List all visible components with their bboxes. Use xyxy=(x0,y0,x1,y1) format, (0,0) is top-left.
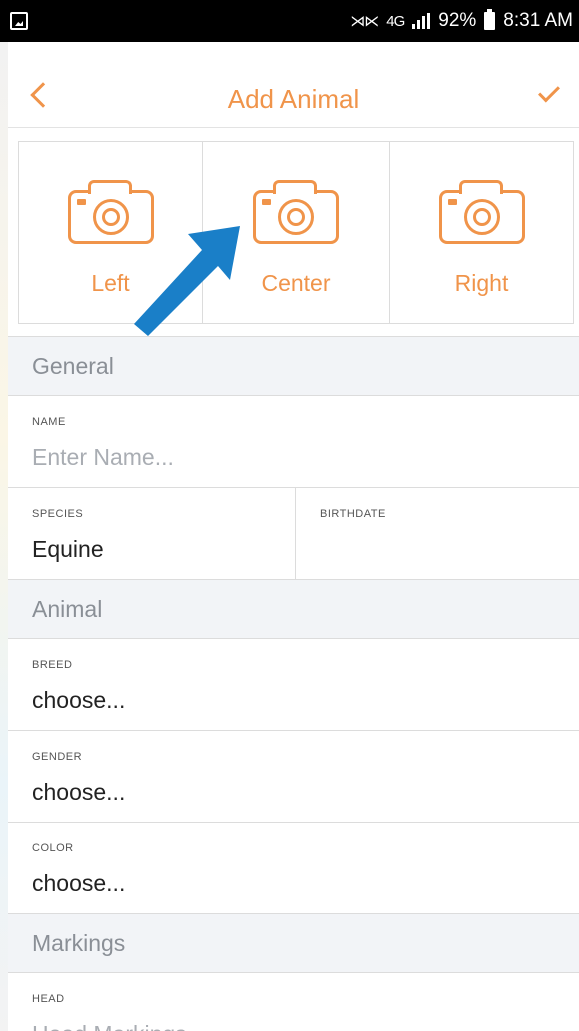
clock: 8:31 AM xyxy=(503,10,573,31)
species-value[interactable]: Equine xyxy=(32,536,295,563)
battery-percent: 92% xyxy=(438,10,477,31)
name-input[interactable]: Enter Name... xyxy=(32,444,579,471)
breed-value[interactable]: choose... xyxy=(32,687,579,714)
head-input[interactable]: Head Markings xyxy=(32,1021,579,1031)
photo-tile-center[interactable]: Center xyxy=(203,142,390,323)
color-value[interactable]: choose... xyxy=(32,870,579,897)
nav-bar: Add Animal xyxy=(8,42,579,128)
battery-icon xyxy=(484,9,496,30)
name-label: NAME xyxy=(32,416,66,428)
breed-field[interactable]: BREED choose... xyxy=(8,639,579,731)
name-field[interactable]: NAME Enter Name... xyxy=(8,396,579,488)
photo-picker: Left Center Right xyxy=(18,141,574,324)
head-label: HEAD xyxy=(32,993,65,1005)
photo-tile-right[interactable]: Right xyxy=(390,142,573,323)
species-birthdate-row: SPECIES Equine BIRTHDATE xyxy=(8,488,579,580)
photo-tile-left[interactable]: Left xyxy=(19,142,203,323)
checkmark-icon[interactable] xyxy=(538,80,560,103)
photo-label-right: Right xyxy=(454,270,509,296)
species-label: SPECIES xyxy=(32,508,84,520)
birthdate-field[interactable]: BIRTHDATE xyxy=(296,488,386,579)
photo-label-left: Left xyxy=(91,270,130,296)
add-animal-screen: Add Animal Left Center Right General NAM… xyxy=(8,42,579,1031)
breed-label: BREED xyxy=(32,659,73,671)
gallery-icon xyxy=(10,12,28,30)
camera-icon xyxy=(253,180,339,244)
network-type: 4G xyxy=(386,12,405,30)
photo-label-center: Center xyxy=(261,270,331,296)
status-icons: ⋊⋉ 4G 92% 8:31 AM xyxy=(350,9,573,32)
mute-icon: ⋊⋉ xyxy=(350,13,379,30)
color-label: COLOR xyxy=(32,842,74,854)
section-general: General xyxy=(8,336,579,396)
background-edge xyxy=(0,42,8,1031)
color-field[interactable]: COLOR choose... xyxy=(8,822,579,914)
section-animal: Animal xyxy=(8,579,579,639)
back-chevron-icon[interactable] xyxy=(30,82,56,108)
birthdate-label: BIRTHDATE xyxy=(320,508,386,520)
gender-field[interactable]: GENDER choose... xyxy=(8,731,579,823)
gender-value[interactable]: choose... xyxy=(32,779,579,806)
head-field[interactable]: HEAD Head Markings xyxy=(8,973,579,1031)
section-markings: Markings xyxy=(8,913,579,973)
signal-icon xyxy=(412,13,431,29)
camera-icon xyxy=(438,180,525,244)
gender-label: GENDER xyxy=(32,751,83,763)
page-title: Add Animal xyxy=(227,84,360,114)
species-field[interactable]: SPECIES Equine xyxy=(8,488,296,579)
camera-icon xyxy=(67,180,154,244)
status-bar: ⋊⋉ 4G 92% 8:31 AM xyxy=(0,0,579,42)
